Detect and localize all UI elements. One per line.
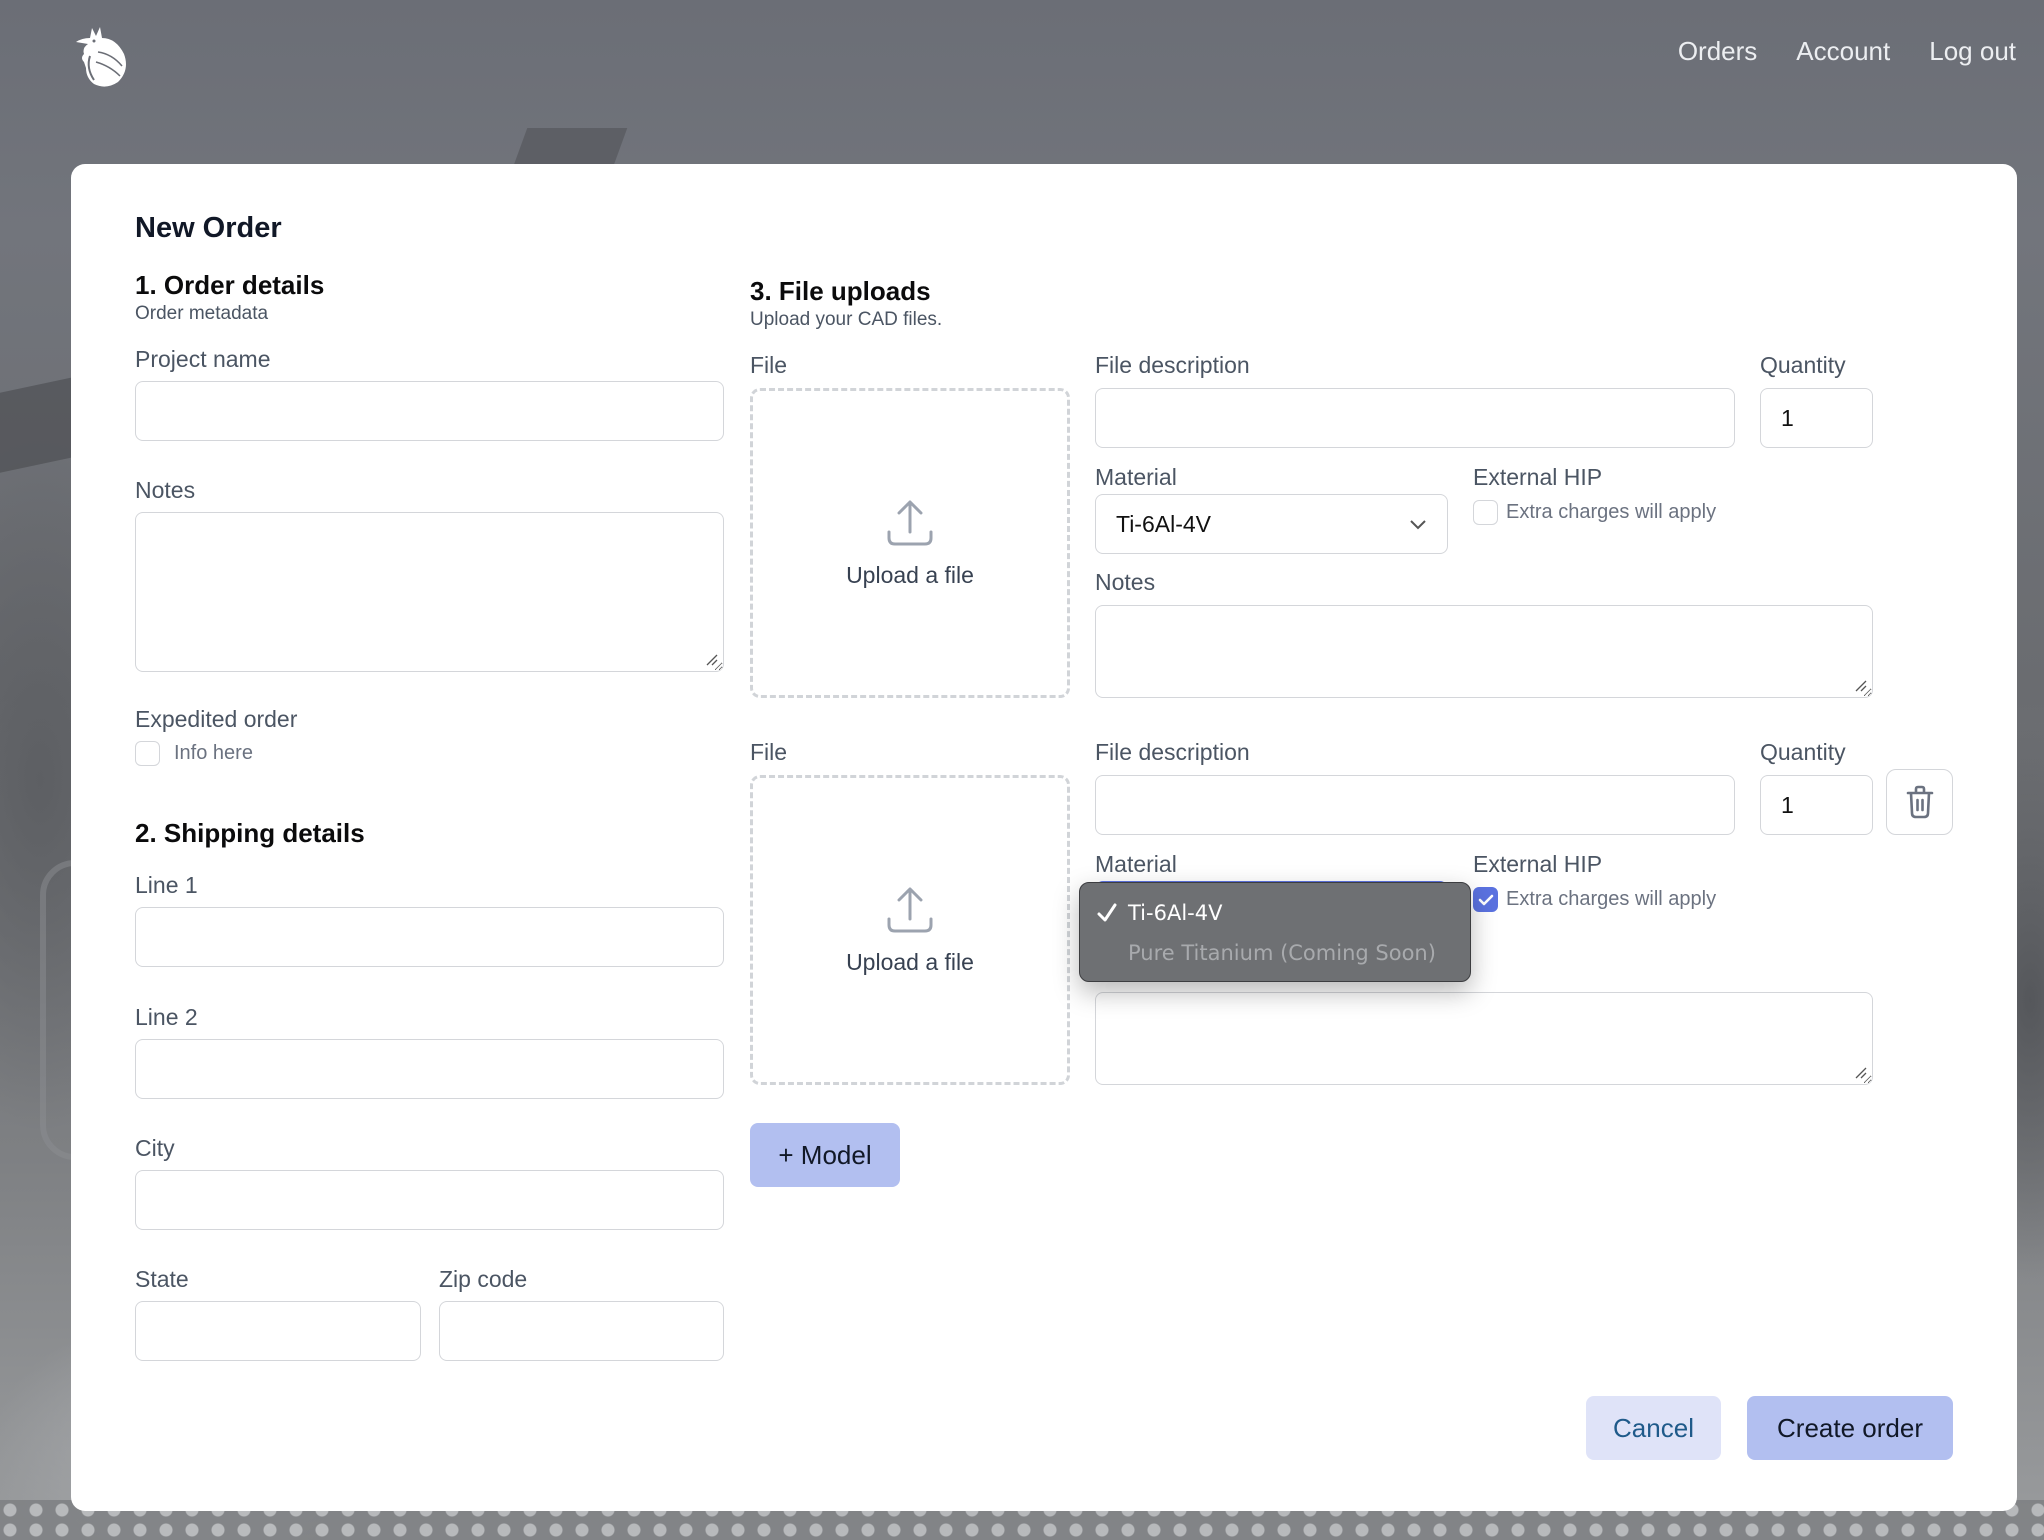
resize-grip-icon[interactable] [704,652,718,666]
line2-label: Line 2 [135,1004,198,1030]
order-notes-label: Notes [135,477,196,503]
expedited-label: Expedited order [135,706,298,732]
nav-account-link[interactable]: Account [1796,36,1890,67]
checkmark-icon [1097,903,1117,922]
model-1-notes-textarea[interactable] [1095,605,1873,698]
trash-icon [1906,785,1933,819]
order-notes-textarea[interactable] [135,512,724,672]
checkmark-icon [1478,894,1493,905]
project-name-label: Project name [135,346,271,372]
model-1-notes-label: Notes [1095,569,1156,595]
model-1-description-input[interactable] [1095,388,1735,448]
project-name-input[interactable] [135,381,724,441]
model-2-quantity-input[interactable] [1760,775,1873,835]
file-uploads-heading: 3. File uploads [750,276,931,306]
model-1-hip-row: Extra charges will apply [1473,500,1716,525]
line1-label: Line 1 [135,872,198,898]
cancel-button[interactable]: Cancel [1586,1396,1721,1460]
state-group: State [135,1266,421,1361]
model-1-hip-text: Extra charges will apply [1506,501,1717,523]
upload-icon [887,887,933,932]
model-1-upload-text: Upload a file [846,561,974,588]
nav-logout-link[interactable]: Log out [1929,36,2016,67]
model-2-hip-label: External HIP [1473,851,1603,877]
model-2-notes-textarea[interactable] [1095,992,1873,1085]
model-1-file-label: File [750,352,788,378]
resize-grip-icon[interactable] [1853,678,1867,692]
new-order-card: New Order 1. Order details Order metadat… [71,164,2017,1511]
zip-label: Zip code [439,1266,528,1292]
model-1-hip-checkbox[interactable] [1473,500,1498,525]
armadillo-logo-icon[interactable] [72,24,130,88]
model-1-material-label: Material [1095,464,1177,490]
line2-input[interactable] [135,1039,724,1099]
model-1-description-label: File description [1095,352,1250,378]
city-label: City [135,1135,175,1161]
file-uploads-section: 3. File uploads Upload your CAD files. [750,276,942,331]
material-option-label: Pure Titanium (Coming Soon) [1128,941,1436,965]
model-2-hip-row: Extra charges will apply [1473,887,1716,912]
delete-model-button[interactable] [1886,769,1953,835]
model-2-upload-dropzone[interactable]: Upload a file [750,775,1070,1085]
model-1-material-select[interactable]: Ti-6Al-4V [1095,494,1448,554]
zip-group: Zip code [439,1266,724,1361]
model-2-notes-wrap [1095,992,1873,1085]
project-name-group: Project name [135,346,724,441]
model-2-description-input[interactable] [1095,775,1735,835]
model-2-hip-text: Extra charges will apply [1506,888,1717,910]
model-2-hip-checkbox[interactable] [1473,887,1498,912]
state-label: State [135,1266,189,1292]
add-model-button[interactable]: + Model [750,1123,900,1187]
model-2-file-label: File [750,739,788,765]
background-image-part [512,128,628,168]
model-2-description-label: File description [1095,739,1250,765]
city-input[interactable] [135,1170,724,1230]
line1-group: Line 1 [135,872,724,967]
state-input[interactable] [135,1301,421,1361]
nav-orders-link[interactable]: Orders [1678,36,1757,67]
zip-input[interactable] [439,1301,724,1361]
material-option-label: Ti-6Al-4V [1128,901,1223,925]
expedited-checkbox[interactable] [135,741,160,766]
chevron-down-icon [1410,520,1426,530]
model-1-upload-dropzone[interactable]: Upload a file [750,388,1070,698]
model-1-quantity-label: Quantity [1760,352,1846,378]
model-1-notes-wrap [1095,605,1873,698]
order-details-subheading: Order metadata [135,303,269,324]
page-title: New Order [135,212,282,244]
shipping-details-heading-wrap: 2. Shipping details [135,818,724,849]
expedited-info-text: Info here [174,742,253,764]
order-details-heading: 1. Order details [135,270,325,300]
material-option-ti64[interactable]: Ti-6Al-4V [1080,893,1470,933]
line1-input[interactable] [135,907,724,967]
model-1-hip-label: External HIP [1473,464,1603,490]
expedited-group: Expedited order Info here [135,706,724,766]
city-group: City [135,1135,724,1230]
material-option-pure-titanium: Pure Titanium (Coming Soon) [1080,933,1470,973]
model-2-upload-text: Upload a file [846,948,974,975]
shipping-details-heading: 2. Shipping details [135,818,365,848]
model-1-material-value: Ti-6Al-4V [1116,510,1211,537]
model-2-quantity-label: Quantity [1760,739,1846,765]
model-1-quantity-input[interactable] [1760,388,1873,448]
order-notes-group: Notes [135,477,724,672]
resize-grip-icon[interactable] [1853,1065,1867,1079]
create-order-button[interactable]: Create order [1747,1396,1953,1460]
upload-icon [887,500,933,545]
line2-group: Line 2 [135,1004,724,1099]
top-nav: Orders Account Log out [1678,36,2016,67]
file-uploads-subheading: Upload your CAD files. [750,309,943,330]
material-dropdown-menu: Ti-6Al-4V Pure Titanium (Coming Soon) [1079,882,1471,982]
model-2-material-label: Material [1095,851,1177,877]
order-details-section: 1. Order details Order metadata [135,270,724,325]
